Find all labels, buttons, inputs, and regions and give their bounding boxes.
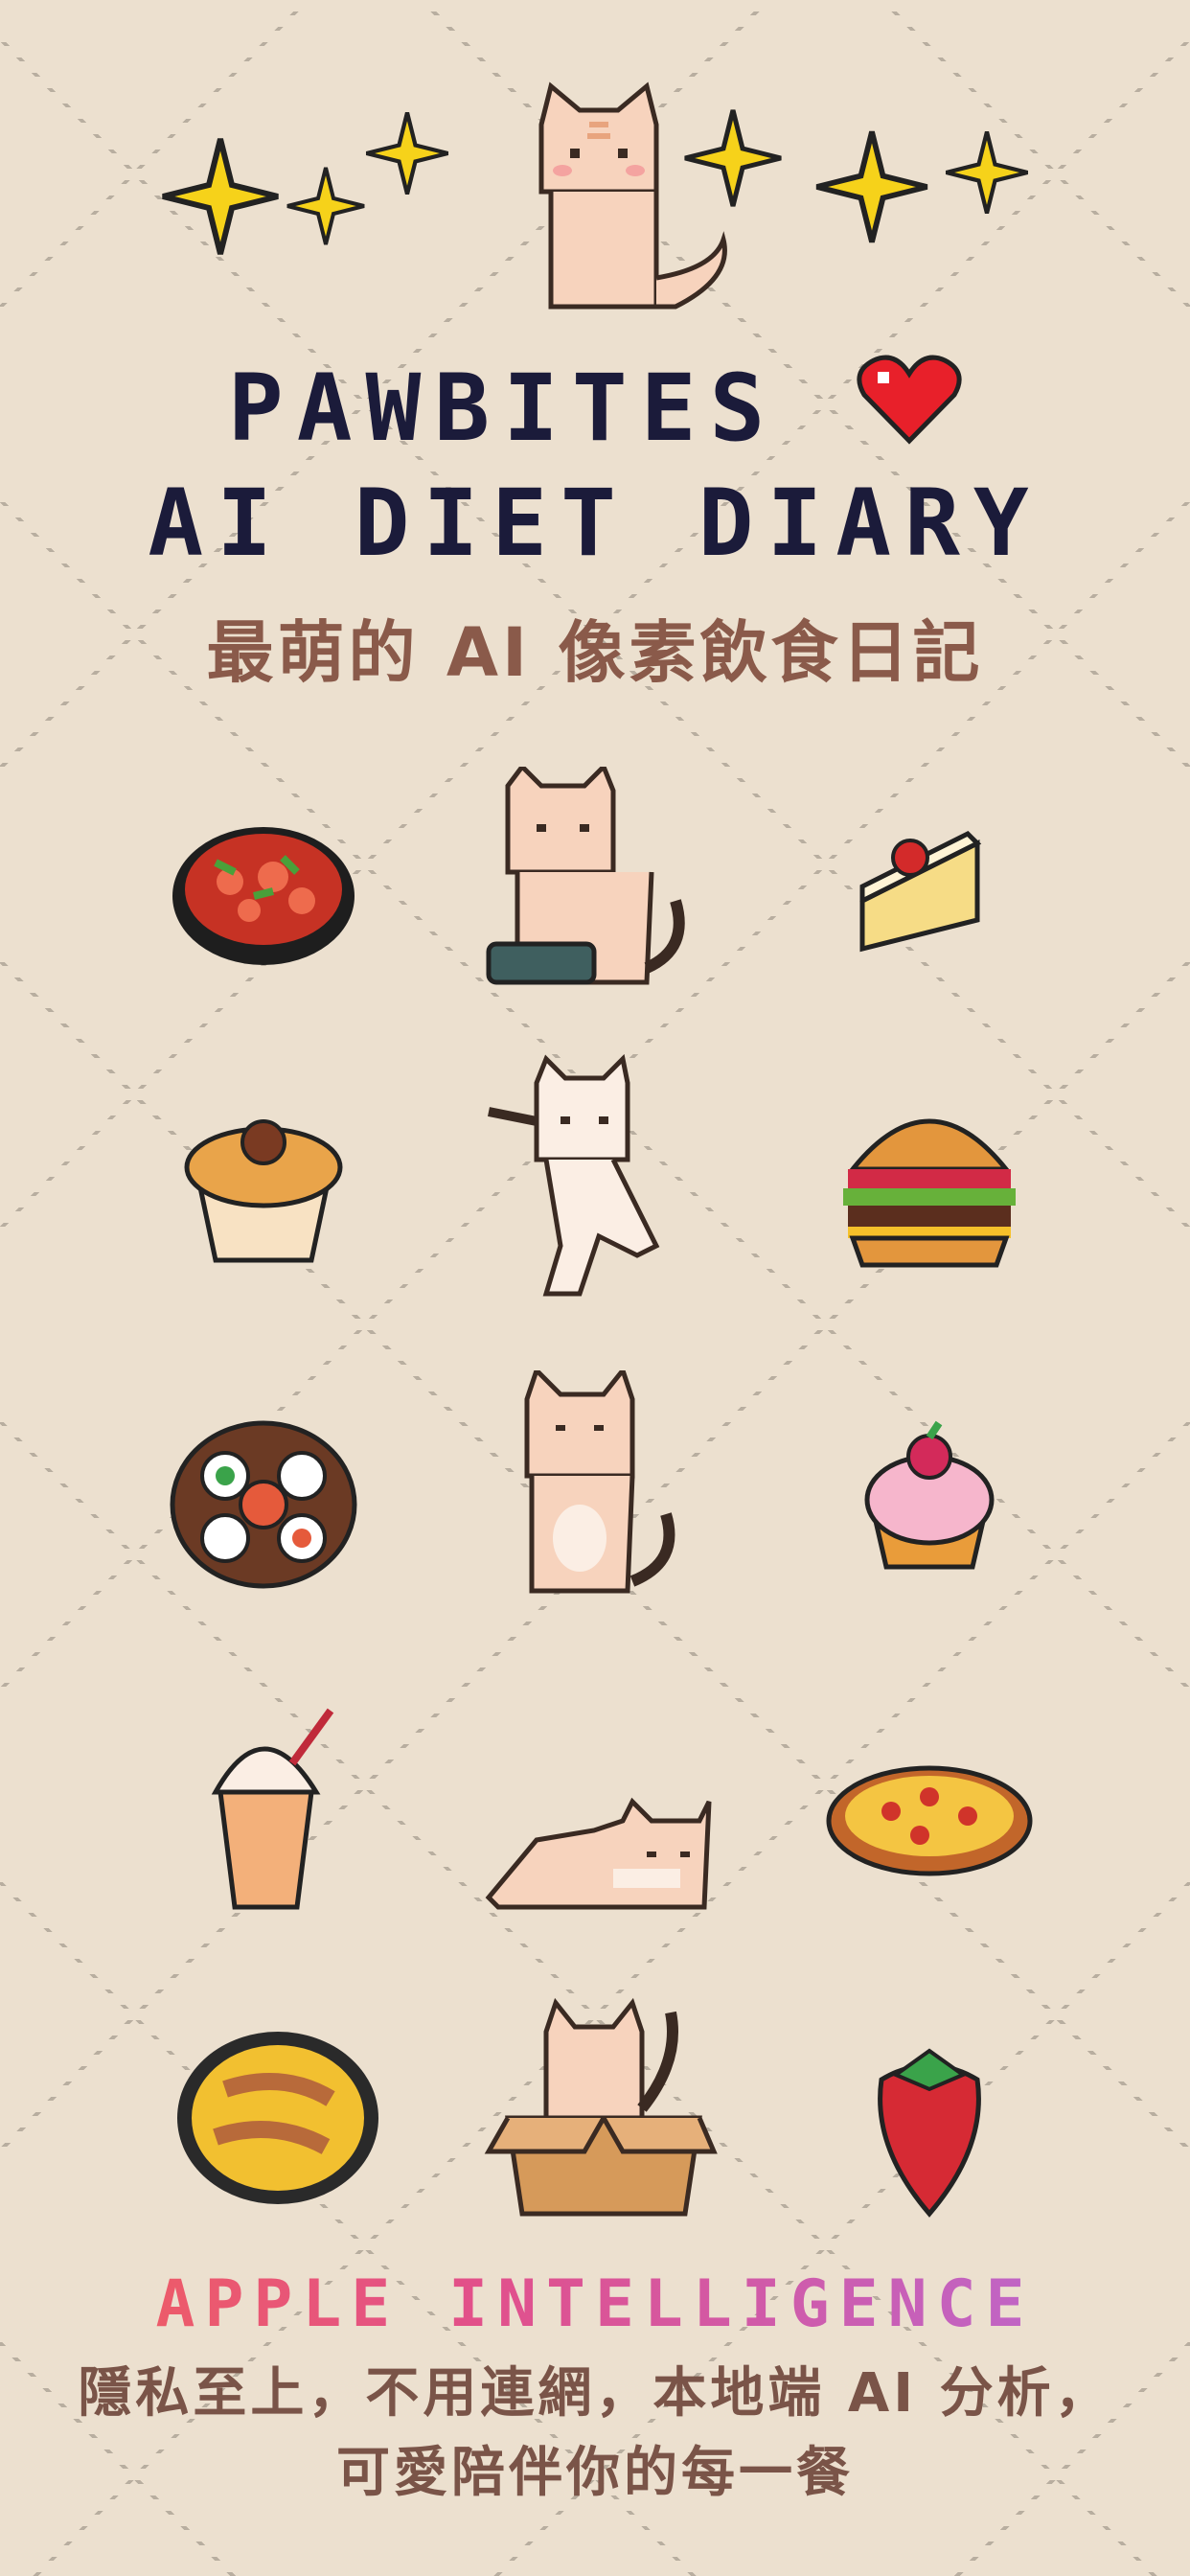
burger-icon	[805, 1054, 1054, 1303]
app-title-line2: AI DIET DIARY	[148, 470, 1042, 577]
sparkle-icon	[367, 113, 448, 195]
omelette-icon	[139, 1984, 388, 2233]
cat-dancing-icon	[479, 1053, 728, 1303]
cupcake-icon	[805, 1370, 1054, 1620]
cat-sitting-icon	[538, 81, 727, 310]
app-subtitle: 最萌的 AI 像素飲食日記	[206, 613, 984, 692]
app-title-line1: PAWBITES	[0, 355, 1190, 462]
sparkle-icon	[163, 139, 278, 254]
sparkle-icon	[817, 132, 927, 242]
cat-praying-icon	[479, 1365, 728, 1620]
heart-icon	[857, 355, 962, 445]
sushi-platter-icon	[139, 1370, 388, 1620]
cat-lying-icon	[479, 1687, 728, 1936]
muffin-icon	[139, 1054, 388, 1303]
strawberry-icon	[805, 1984, 1054, 2233]
header-art	[144, 81, 1054, 310]
cat-in-box-icon	[479, 1984, 728, 2233]
cheesecake-icon	[805, 767, 1054, 1016]
sparkle-icon	[947, 132, 1028, 214]
milkshake-icon	[139, 1687, 388, 1936]
sparkle-icon	[287, 168, 364, 244]
cat-eating-icon	[479, 762, 728, 1016]
footer-brand: APPLE INTELLIGENCE	[0, 2266, 1190, 2342]
pizza-icon	[805, 1687, 1054, 1936]
footer-line1: 隱私至上，不用連網，本地端 AI 分析，	[78, 2362, 1112, 2425]
hotpot-icon	[139, 767, 388, 1016]
app-title-text: PAWBITES	[227, 355, 779, 462]
sparkle-icon	[685, 110, 781, 206]
footer-line2: 可愛陪伴你的每一餐	[336, 2442, 854, 2504]
